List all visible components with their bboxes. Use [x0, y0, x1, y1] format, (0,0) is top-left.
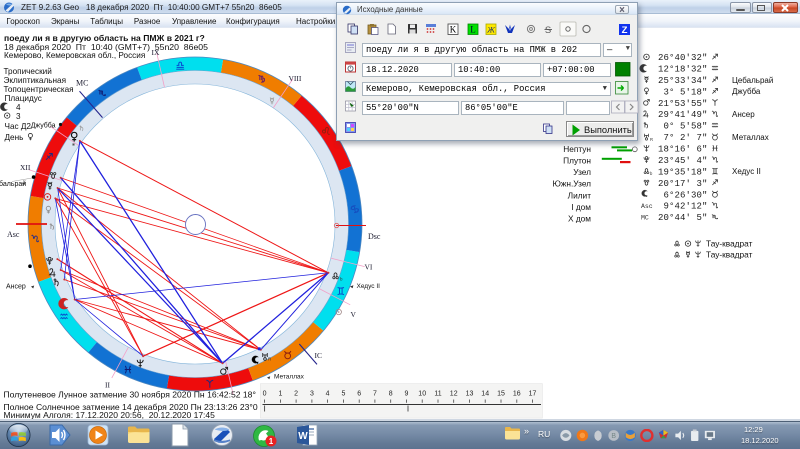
- svg-text:6°26'30": 6°26'30": [658, 190, 708, 200]
- svg-text:Asc: Asc: [641, 203, 653, 210]
- svg-text:I дом: I дом: [571, 202, 591, 212]
- svg-text:23°45' 4": 23°45' 4": [658, 156, 708, 166]
- svg-text:15: 15: [497, 391, 505, 398]
- svg-text:Ж: Ж: [486, 25, 496, 35]
- svg-text:W: W: [298, 431, 308, 442]
- svg-text:9°42'12": 9°42'12": [658, 202, 708, 212]
- svg-text:8: 8: [389, 391, 393, 398]
- svg-text:X дом: X дом: [568, 213, 591, 223]
- svg-text:9: 9: [404, 391, 408, 398]
- svg-text:Нептун: Нептун: [563, 144, 591, 154]
- svg-text:Хедус II: Хедус II: [357, 283, 381, 290]
- svg-text:Цебальрай: Цебальрай: [732, 76, 773, 85]
- svg-text:II: II: [105, 381, 110, 390]
- svg-text:Тау-квадрат: Тау-квадрат: [706, 250, 753, 260]
- svg-text:0: 0: [263, 391, 267, 398]
- svg-text:3° 5'18": 3° 5'18": [658, 87, 708, 97]
- svg-text:19°35'18": 19°35'18": [658, 167, 708, 177]
- svg-text:18°16' 6": 18°16' 6": [658, 145, 708, 155]
- svg-text:6: 6: [357, 391, 361, 398]
- svg-text:Лилит: Лилит: [568, 191, 592, 201]
- svg-text:IC: IC: [315, 351, 323, 360]
- svg-text:29°41'49": 29°41'49": [658, 110, 708, 120]
- svg-text:7° 2' 7": 7° 2' 7": [658, 133, 708, 143]
- svg-text:2: 2: [294, 391, 298, 398]
- svg-text:XII: XII: [20, 163, 31, 172]
- svg-text:14: 14: [481, 391, 489, 398]
- svg-text:10: 10: [418, 391, 426, 398]
- svg-text:бальрай: бальрай: [0, 180, 26, 188]
- svg-text:3: 3: [310, 391, 314, 398]
- svg-text:Южн.Узел: Южн.Узел: [552, 179, 591, 189]
- svg-text:S: S: [545, 25, 551, 36]
- svg-text:МС: МС: [76, 79, 88, 88]
- svg-text:V: V: [351, 310, 357, 319]
- svg-text:B: B: [611, 433, 616, 440]
- svg-text:0° 5'58": 0° 5'58": [658, 122, 708, 132]
- svg-text:Металлах: Металлах: [732, 133, 769, 142]
- svg-text:Металлах: Металлах: [274, 374, 305, 381]
- svg-text:11: 11: [434, 391, 441, 398]
- svg-text:Полутеневое Лунное затмение 30: Полутеневое Лунное затмение 30 ноября 20…: [4, 389, 256, 399]
- svg-text:26°40'32": 26°40'32": [658, 53, 708, 63]
- svg-text:L: L: [470, 25, 476, 35]
- svg-text:7: 7: [373, 391, 377, 398]
- svg-text:17: 17: [529, 391, 537, 398]
- svg-text:Ансер: Ансер: [6, 284, 26, 291]
- svg-text:Плутон: Плутон: [563, 155, 591, 165]
- svg-text:Джубба: Джубба: [732, 87, 761, 96]
- svg-text:1: 1: [269, 437, 274, 446]
- svg-text:13: 13: [466, 391, 474, 398]
- svg-text:20°17' 3": 20°17' 3": [658, 179, 708, 189]
- svg-text:21°53'55": 21°53'55": [658, 99, 708, 109]
- svg-text:4: 4: [326, 391, 330, 398]
- svg-text:VI: VI: [365, 263, 373, 272]
- svg-text:Тау-квадрат: Тау-квадрат: [706, 239, 753, 249]
- svg-text:25°33'34": 25°33'34": [658, 76, 708, 86]
- svg-text:Dsc: Dsc: [368, 232, 381, 241]
- svg-text:Asc: Asc: [7, 230, 20, 239]
- svg-text:Хедус II: Хедус II: [732, 167, 761, 176]
- svg-text:12: 12: [450, 391, 458, 398]
- svg-text:Узел: Узел: [573, 167, 591, 177]
- svg-text:20°44' 5": 20°44' 5": [658, 213, 708, 223]
- svg-text:Z: Z: [622, 25, 628, 36]
- svg-text:VIII: VIII: [289, 74, 302, 83]
- svg-text:IX: IX: [152, 48, 160, 57]
- svg-text:R: R: [650, 137, 653, 142]
- svg-text:16: 16: [513, 391, 521, 398]
- svg-text:b: b: [650, 171, 653, 176]
- svg-text:Джубба: Джубба: [31, 122, 56, 130]
- svg-text:1: 1: [278, 391, 282, 398]
- svg-text:5: 5: [341, 391, 345, 398]
- svg-text:Ансер: Ансер: [732, 110, 755, 119]
- svg-text:12°18'32": 12°18'32": [658, 65, 708, 75]
- svg-text:MC: MC: [641, 214, 649, 221]
- svg-text:K: K: [450, 25, 457, 35]
